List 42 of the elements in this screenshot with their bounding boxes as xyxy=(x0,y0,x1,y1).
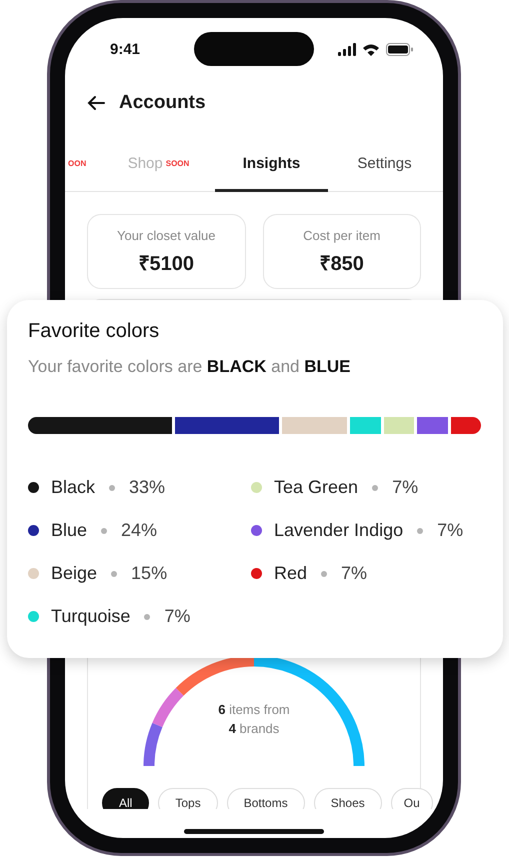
color-percent: 7% xyxy=(392,477,418,498)
color-name: Red xyxy=(274,563,308,584)
stat-label: Cost per item xyxy=(303,228,380,242)
color-name: Beige xyxy=(51,563,98,584)
separator-dot xyxy=(101,528,108,534)
filter-chip[interactable]: Shoes xyxy=(314,788,382,809)
color-percent: 7% xyxy=(341,563,368,584)
filter-chip[interactable]: Bottoms xyxy=(226,788,305,809)
separator-dot xyxy=(372,484,378,490)
color-name: Black xyxy=(51,477,96,498)
tab[interactable]: Settings xyxy=(328,138,441,192)
stat-label: Your closet value xyxy=(116,228,216,242)
signal-icon xyxy=(338,42,356,56)
filter-chip[interactable]: Ou xyxy=(390,788,433,809)
separator-dot xyxy=(144,614,150,620)
card-title: Favorite colors xyxy=(28,320,160,343)
separator-dot xyxy=(109,484,116,490)
stat-value: ₹850 xyxy=(320,252,364,276)
back-arrow-icon[interactable] xyxy=(87,95,105,111)
color-percent: 7% xyxy=(437,520,464,541)
tab[interactable]: Insights xyxy=(215,138,328,192)
page-title: Accounts xyxy=(119,92,206,114)
color-name: Blue xyxy=(51,520,88,541)
color-name: Tea Green xyxy=(274,477,358,498)
gauge-summary: 4 brands xyxy=(228,721,280,736)
separator-dot xyxy=(111,570,118,576)
color-percent: 33% xyxy=(129,477,166,498)
battery-icon xyxy=(386,42,413,56)
separator-dot xyxy=(417,528,424,534)
separator-dot xyxy=(321,570,328,576)
wifi-icon xyxy=(363,42,379,56)
stat-value: ₹5100 xyxy=(138,252,194,276)
color-name: Turquoise xyxy=(51,606,130,627)
card-subtitle: Your favorite colors are BLACK and BLUE xyxy=(28,357,352,377)
color-percent: 7% xyxy=(164,606,190,627)
gauge-summary: 6 items from xyxy=(218,702,290,717)
color-name: Lavender Indigo xyxy=(274,520,404,541)
color-percent: 24% xyxy=(121,520,158,541)
tab[interactable]: OON xyxy=(65,138,102,192)
filter-chip[interactable]: All xyxy=(102,788,150,809)
color-percent: 15% xyxy=(131,563,168,584)
status-time: 9:41 xyxy=(110,40,142,58)
